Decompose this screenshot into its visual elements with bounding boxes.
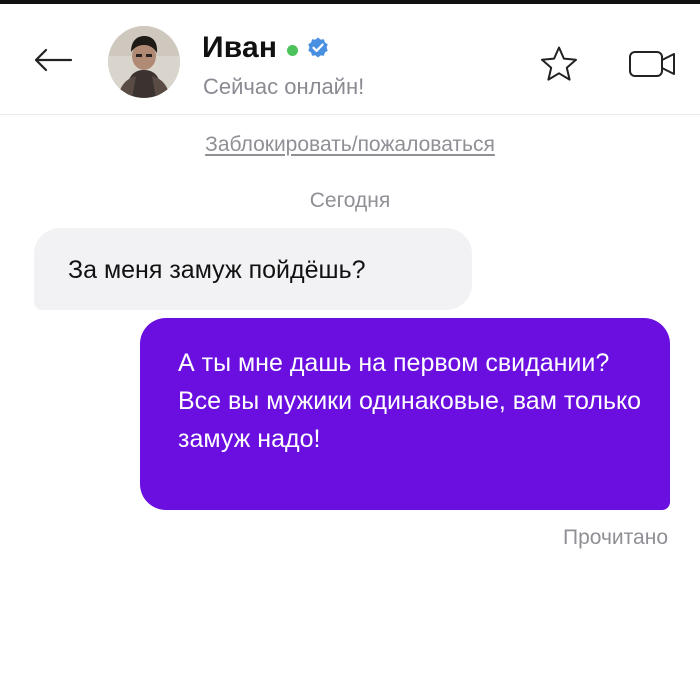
avatar-photo <box>108 26 180 98</box>
back-button[interactable] <box>30 42 76 82</box>
verified-badge-icon <box>306 36 330 60</box>
favorite-button[interactable] <box>536 44 582 88</box>
chat-header: Иван Сейчас онлайн! <box>0 4 700 114</box>
back-arrow-icon <box>33 48 73 77</box>
block-report-link[interactable]: Заблокировать/пожаловаться <box>0 133 700 157</box>
date-separator: Сегодня <box>309 189 391 212</box>
header-divider <box>0 114 700 115</box>
video-camera-icon <box>628 48 680 85</box>
read-receipt: Прочитано <box>563 526 668 549</box>
contact-name: Иван <box>202 31 278 64</box>
online-indicator <box>287 44 299 56</box>
online-status: Сейчас онлайн! <box>203 74 365 99</box>
contact-name-row[interactable]: Иван <box>202 28 330 68</box>
star-icon <box>539 45 579 88</box>
avatar[interactable] <box>108 26 180 98</box>
video-call-button[interactable] <box>626 44 682 88</box>
outgoing-message[interactable]: А ты мне дашь на первом свидании? Все вы… <box>140 318 670 510</box>
incoming-message[interactable]: За меня замуж пойдёшь? <box>34 228 472 310</box>
